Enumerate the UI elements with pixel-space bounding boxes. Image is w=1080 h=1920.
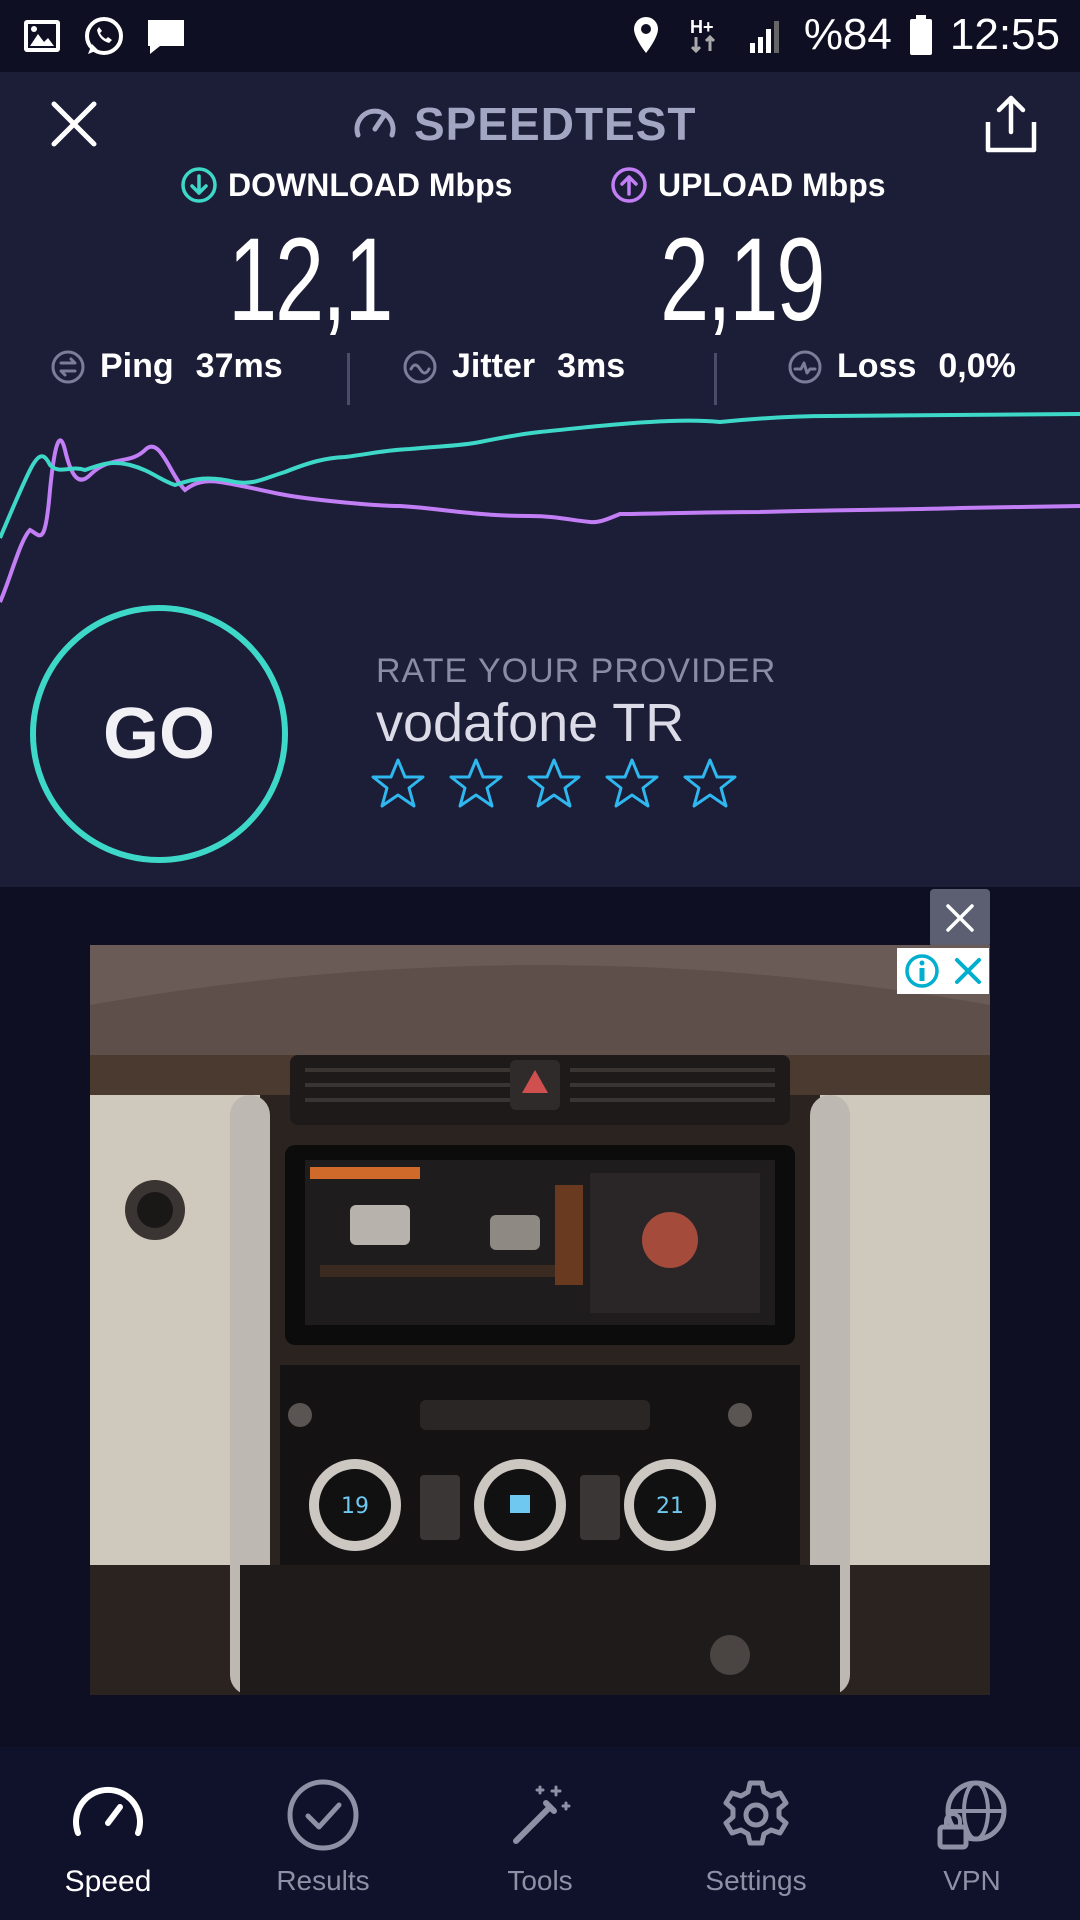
ping-value: 37ms [195, 347, 283, 385]
message-icon [148, 20, 184, 54]
ping-stat: Ping 37ms [50, 347, 283, 386]
download-header: DOWNLOAD Mbps [180, 166, 512, 204]
network-type-icon: H+ [690, 17, 715, 54]
jitter-stat: Jitter 3ms [402, 347, 625, 386]
nav-label: Settings [705, 1865, 807, 1896]
location-icon [633, 17, 658, 53]
nav-item-results[interactable]: Results [223, 1775, 423, 1897]
info-icon [904, 954, 939, 988]
system-icons: H+ %84 12:55 [624, 10, 1060, 60]
loss-label: Loss [837, 347, 917, 385]
speedometer-icon [73, 1786, 143, 1836]
globe-lock-icon [937, 1780, 1007, 1850]
loss-icon [788, 350, 822, 383]
status-bar: H+ %84 12:55 [0, 0, 1080, 72]
upload-label: UPLOAD Mbps [658, 166, 886, 203]
nav-item-vpn[interactable]: VPN [872, 1775, 1072, 1897]
star-5-icon[interactable] [682, 756, 738, 812]
gallery-icon [24, 20, 60, 52]
jitter-icon [403, 350, 437, 383]
loss-stat: Loss 0,0% [787, 347, 1016, 386]
bottom-navigation: Speed Results Tools Settings VPN [0, 1747, 1080, 1920]
nav-label: VPN [943, 1865, 1001, 1896]
nav-item-settings[interactable]: Settings [656, 1775, 856, 1897]
gear-icon [723, 1780, 789, 1846]
download-arrow-icon [181, 167, 217, 203]
download-value: 12,1 [228, 214, 394, 346]
loss-value: 0,0% [938, 347, 1016, 385]
upload-header: UPLOAD Mbps [610, 166, 886, 204]
rate-provider-heading: RATE YOUR PROVIDER [376, 652, 777, 690]
speedometer-logo-icon [354, 108, 396, 138]
page-title: SPEEDTEST [414, 98, 697, 150]
star-2-icon[interactable] [448, 756, 504, 812]
star-rating [370, 756, 738, 812]
latency-stats: Ping 37ms Jitter 3ms Loss 0,0% [0, 347, 1080, 407]
star-3-icon[interactable] [526, 756, 582, 812]
nav-label: Results [276, 1865, 370, 1896]
checkmark-circle-icon [287, 1779, 359, 1851]
stats-divider [347, 353, 350, 405]
close-icon[interactable] [44, 94, 104, 154]
jitter-value: 3ms [557, 347, 626, 385]
go-button[interactable]: GO [30, 605, 288, 863]
upload-arrow-icon [611, 167, 647, 203]
speedtest-main-panel: SPEEDTEST DOWNLOAD Mbps 12,1 UPLOAD Mbps… [0, 72, 1080, 887]
ad-close-button[interactable] [930, 889, 990, 947]
download-label: DOWNLOAD Mbps [228, 166, 513, 203]
jitter-label: Jitter [452, 347, 536, 385]
battery-percentage: %84 [803, 10, 892, 59]
svg-text:H+: H+ [690, 17, 714, 37]
ping-label: Ping [100, 347, 174, 385]
upload-value: 2,19 [660, 214, 826, 346]
stats-divider [714, 353, 717, 405]
magic-wand-icon [513, 1785, 571, 1844]
star-4-icon[interactable] [604, 756, 660, 812]
app-title: SPEEDTEST [350, 94, 697, 154]
upload-graph-line [0, 438, 1080, 603]
clock: 12:55 [949, 10, 1060, 59]
signal-icon [749, 21, 779, 53]
ping-icon [51, 350, 85, 383]
download-graph-line [0, 412, 1080, 539]
svg-text:21: 21 [656, 1494, 684, 1519]
go-button-label: GO [102, 694, 215, 774]
notification-icons [20, 14, 188, 58]
nav-item-tools[interactable]: Tools [440, 1775, 640, 1897]
ad-choices-badge[interactable] [897, 948, 989, 994]
share-icon[interactable] [982, 92, 1040, 156]
nav-label: Speed [64, 1865, 152, 1898]
svg-text:19: 19 [341, 1494, 369, 1519]
whatsapp-icon [85, 17, 123, 55]
close-icon [946, 904, 974, 932]
car-dashboard-ad-image[interactable]: 19 21 [90, 945, 990, 1695]
star-1-icon[interactable] [370, 756, 426, 812]
provider-name: vodafone TR [376, 693, 685, 753]
nav-label: Tools [507, 1865, 573, 1896]
nav-item-speed[interactable]: Speed [8, 1775, 208, 1899]
battery-icon [909, 15, 932, 55]
close-icon [954, 958, 981, 984]
